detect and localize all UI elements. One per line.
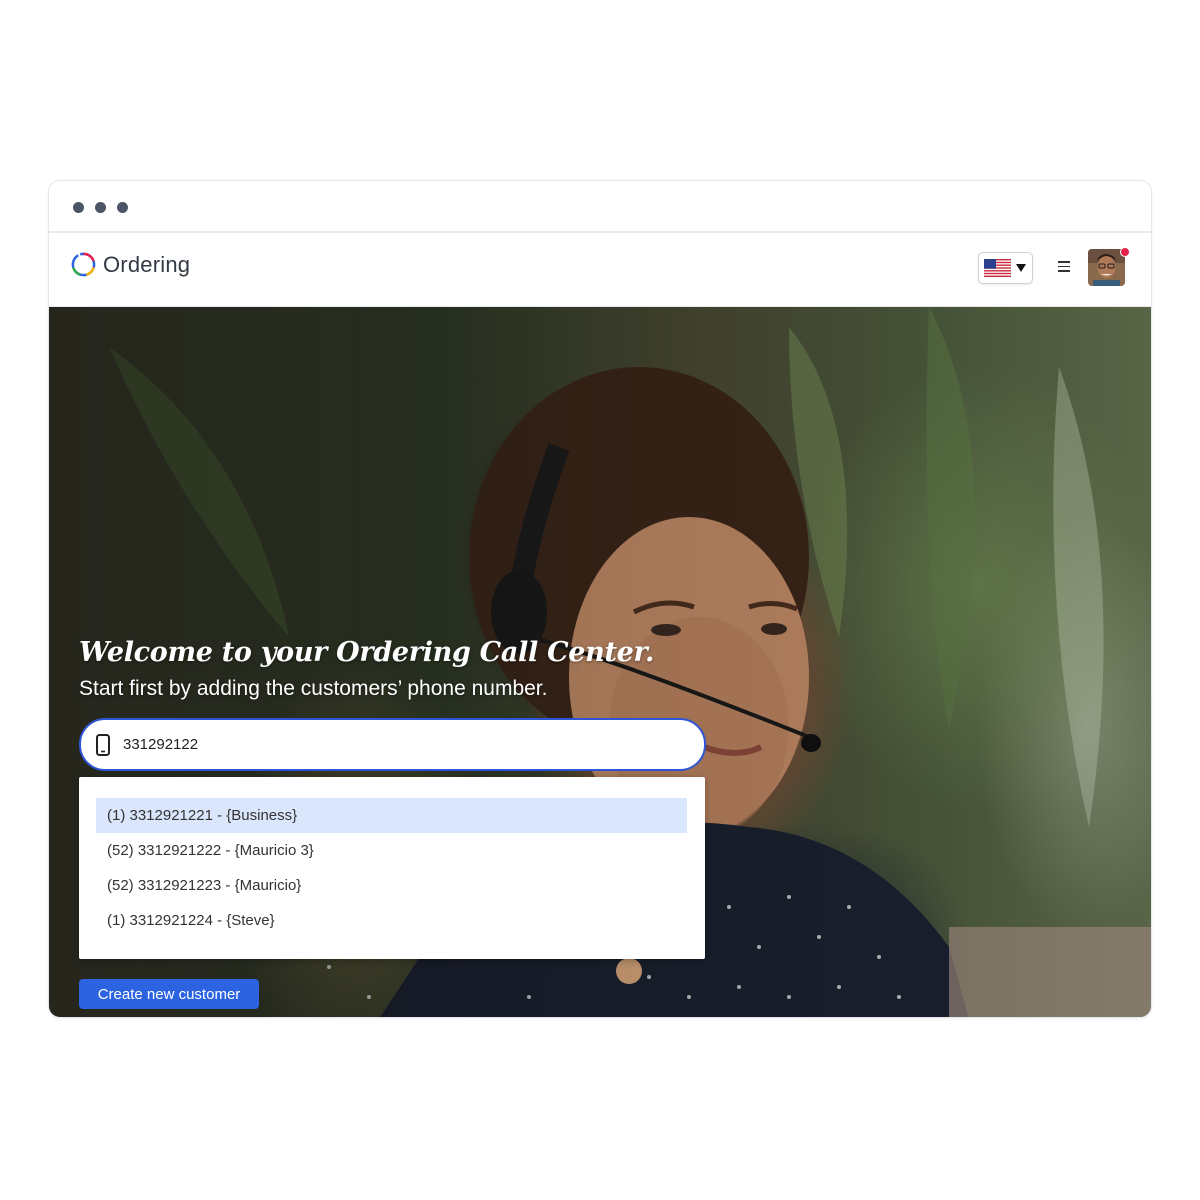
logo-text: Ordering — [103, 251, 191, 277]
suggestion-option[interactable]: (52) 3312921222 - {Mauricio 3} — [96, 833, 687, 868]
create-new-customer-button[interactable]: Create new customer — [79, 979, 259, 1009]
suggestion-option[interactable]: (1) 3312921221 - {Business} — [96, 798, 687, 833]
mobile-phone-icon — [96, 733, 110, 756]
window-control-dot[interactable] — [95, 202, 106, 213]
phone-search-field[interactable] — [79, 718, 706, 771]
browser-window: Ordering Welcome to your Ordering Call C… — [48, 180, 1152, 1018]
user-avatar[interactable] — [1088, 249, 1125, 286]
app-header: Ordering — [49, 233, 1151, 307]
window-control-dot[interactable] — [117, 202, 128, 213]
language-selector[interactable] — [978, 252, 1033, 284]
hero-section: Welcome to your Ordering Call Center. St… — [49, 307, 1151, 1017]
avatar-image — [1088, 249, 1125, 286]
window-control-dot[interactable] — [73, 202, 84, 213]
brand-logo[interactable]: Ordering — [70, 251, 190, 278]
phone-suggestions-dropdown: (1) 3312921221 - {Business} (52) 3312921… — [79, 777, 705, 959]
us-flag-icon — [984, 259, 1011, 277]
suggestion-option[interactable]: (52) 3312921223 - {Mauricio} — [96, 868, 687, 903]
caret-down-icon — [1016, 264, 1026, 272]
welcome-heading: Welcome to your Ordering Call Center. — [79, 637, 655, 668]
hamburger-menu-icon[interactable] — [1058, 261, 1070, 273]
window-titlebar — [49, 181, 1151, 233]
notification-badge — [1120, 247, 1130, 257]
welcome-subtitle: Start first by adding the customers’ pho… — [79, 677, 548, 700]
suggestion-option[interactable]: (1) 3312921224 - {Steve} — [96, 903, 687, 938]
phone-number-input[interactable] — [123, 736, 623, 753]
ordering-logo-icon — [71, 252, 96, 277]
